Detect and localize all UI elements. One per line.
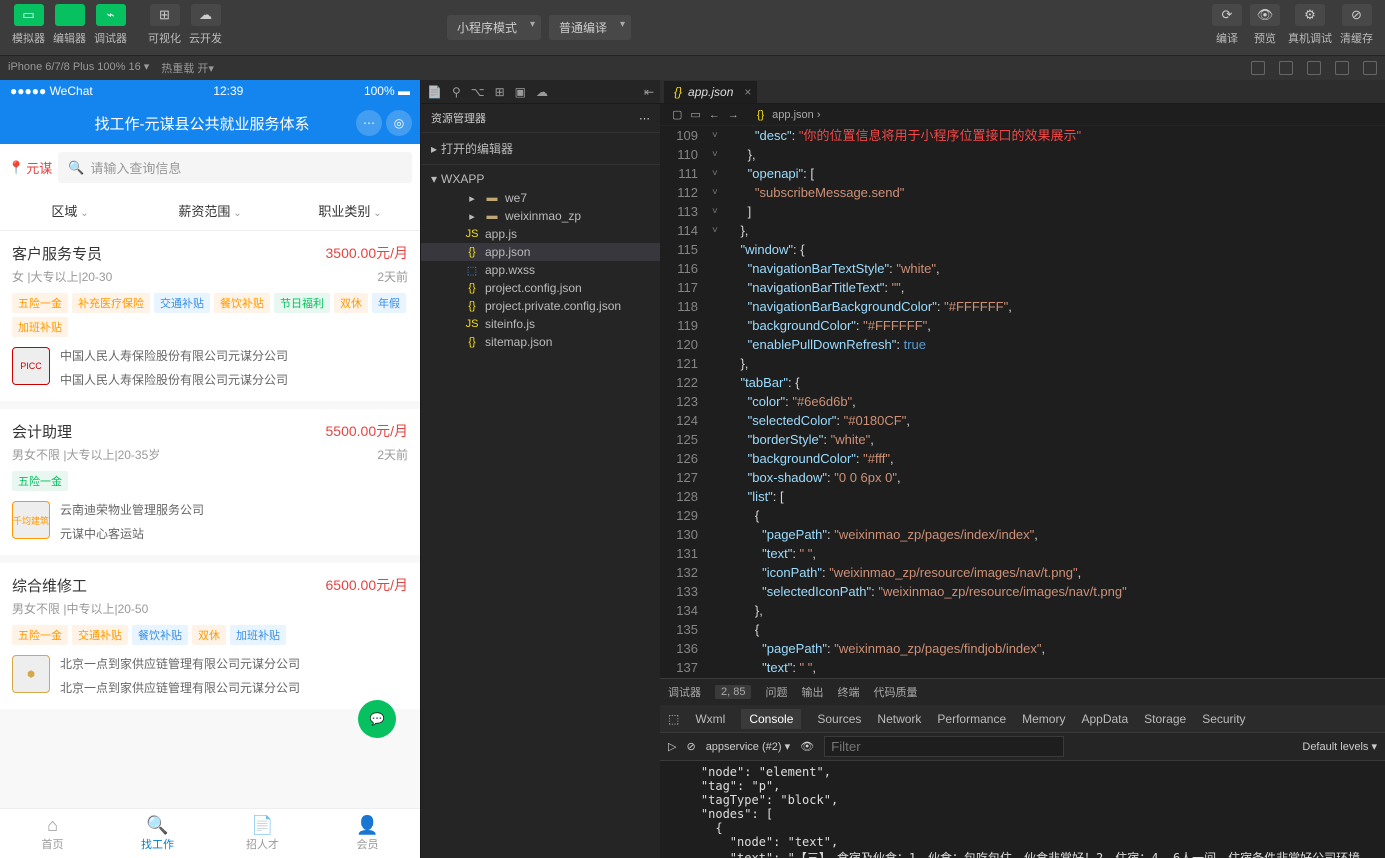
editor-pane: {}app.json× ▢▭←→ {}app.json › 109 110 11… [660, 80, 1385, 858]
files-icon[interactable]: 📄 [427, 85, 442, 99]
debugger-tab[interactable]: 终端 [837, 684, 859, 700]
scope-select[interactable]: appservice (#2) ▾ [706, 740, 790, 753]
inspect-icon[interactable]: ⬚ [668, 712, 679, 726]
project-root[interactable]: ▾ WXAPP [421, 169, 660, 189]
page-title: 找工作-元谋县公共就业服务体系 [48, 113, 356, 134]
action-icon[interactable] [1279, 61, 1293, 75]
top-toolbar: ▭模拟器编辑器⌁调试器 ⊞可视化☁云开发 小程序模式 普通编译 ⟳编译 👁预览 ⚙真机… [0, 0, 1385, 56]
explorer-pane: 📄 ⚲ ⌥ ⊞ ▣ ☁ ⇤ 资源管理器 ⋯ ▸ 打开的编辑器 ▾ WXAPP ▸… [420, 80, 660, 858]
tree-item[interactable]: {}project.private.config.json [421, 297, 660, 315]
debugger-tab[interactable]: 调试器 [668, 684, 701, 700]
mode-select[interactable]: 小程序模式 [447, 15, 541, 40]
devtools-tab[interactable]: Console [741, 709, 801, 729]
tabbar-item[interactable]: 🔍找工作 [105, 809, 210, 858]
devtools-tab[interactable]: Wxml [695, 712, 725, 726]
device-select[interactable]: iPhone 6/7/8 Plus 100% 16 ▾ [8, 60, 149, 76]
job-card[interactable]: 会计助理5500.00元/月 男女不限 |大专以上|20-35岁2天前 五险一金… [0, 409, 420, 555]
simulator-toolbar: iPhone 6/7/8 Plus 100% 16 ▾ 热重载 开▾ [0, 56, 1385, 80]
hot-reload-toggle[interactable]: 热重载 开▾ [161, 60, 214, 76]
toolbar-编译[interactable]: ⟳编译 [1212, 4, 1242, 46]
search-icon[interactable]: ⚲ [452, 85, 461, 99]
close-tab-icon[interactable]: × [744, 85, 751, 99]
tree-item[interactable]: ⬚app.wxss [421, 261, 660, 279]
tree-item[interactable]: {}app.json [421, 243, 660, 261]
debugger-pane: 调试器 2, 85 问题输出终端代码质量 ⬚ Wxml Console Sources N… [660, 678, 1385, 858]
open-editors-section[interactable]: ▸ 打开的编辑器 [421, 137, 660, 160]
filter-tab[interactable]: 薪资范围 [140, 191, 280, 230]
devtools-tab[interactable]: Sources [817, 712, 861, 726]
devtools-tab[interactable]: Security [1202, 712, 1245, 726]
toolbar-云开发[interactable]: ☁云开发 [189, 4, 222, 46]
action-icon[interactable] [1335, 61, 1349, 75]
devtools-tab[interactable]: Network [877, 712, 921, 726]
toolbar-真机调试[interactable]: ⚙真机调试 [1288, 4, 1332, 46]
debugger-tab[interactable]: 2, 85 [715, 685, 751, 699]
code-editor[interactable]: "desc": "你的位置信息将用于小程序位置接口的效果展示" }, "open… [726, 126, 1385, 678]
simulator-pane: ●●●●● WeChat 12:39 100% ▬ 找工作-元谋县公共就业服务体… [0, 80, 420, 858]
capsule-menu-icon[interactable]: ⋯ [356, 110, 382, 136]
action-icon[interactable] [1363, 61, 1377, 75]
toolbar-可视化[interactable]: ⊞可视化 [148, 4, 181, 46]
debugger-tab[interactable]: 输出 [801, 684, 823, 700]
clear-icon[interactable]: ⊘ [686, 740, 695, 753]
console-output: "node": "element", "tag": "p", "tagType"… [660, 761, 1385, 858]
devtools-tab[interactable]: Performance [937, 712, 1006, 726]
toolbar-模拟器[interactable]: ▭模拟器 [12, 4, 45, 46]
filter-tab[interactable]: 职业类别 [280, 191, 420, 230]
debugger-tab[interactable]: 问题 [765, 684, 787, 700]
tree-item[interactable]: JSsiteinfo.js [421, 315, 660, 333]
chat-fab[interactable]: 💬 [358, 700, 396, 738]
job-card[interactable]: 综合维修工6500.00元/月 男女不限 |中专以上|20-50 五险一金交通补… [0, 563, 420, 709]
tree-item[interactable]: {}project.config.json [421, 279, 660, 297]
toolbar-编辑器[interactable]: 编辑器 [53, 4, 86, 46]
devtools-tab[interactable]: Storage [1144, 712, 1186, 726]
action-icon[interactable] [1307, 61, 1321, 75]
toolbar-预览[interactable]: 👁预览 [1250, 4, 1280, 46]
debugger-tab[interactable]: 代码质量 [873, 684, 917, 700]
breadcrumb[interactable]: ▢▭←→ {}app.json › [660, 104, 1385, 126]
tabbar-item[interactable]: 👤会员 [315, 809, 420, 858]
devtools-tab[interactable]: AppData [1081, 712, 1128, 726]
action-icon[interactable] [1251, 61, 1265, 75]
editor-tab[interactable]: {}app.json× [664, 81, 757, 103]
tabbar-item[interactable]: 📄招人才 [210, 809, 315, 858]
search-input[interactable]: 🔍请输入查询信息 [58, 152, 412, 183]
collapse-icon[interactable]: ⇤ [644, 85, 654, 99]
branch-icon[interactable]: ⌥ [471, 85, 485, 99]
toolbar-清缓存[interactable]: ⊘清缓存 [1340, 4, 1373, 46]
ext-icon[interactable]: ⊞ [495, 85, 505, 99]
filter-input[interactable] [824, 736, 1064, 757]
compile-select[interactable]: 普通编译 [549, 15, 631, 40]
tabbar-item[interactable]: ⌂首页 [0, 809, 105, 858]
explorer-header: 资源管理器 ⋯ [421, 104, 660, 132]
tree-item[interactable]: {}sitemap.json [421, 333, 660, 351]
phone-status-bar: ●●●●● WeChat 12:39 100% ▬ [0, 80, 420, 102]
cloud-icon[interactable]: ☁ [536, 85, 548, 99]
devtools-tab[interactable]: Memory [1022, 712, 1065, 726]
filter-tab[interactable]: 区域 [0, 191, 140, 230]
tree-item[interactable]: ▸▬weixinmao_zp [421, 207, 660, 225]
job-card[interactable]: 客户服务专员3500.00元/月 女 |大专以上|20-302天前 五险一金补充… [0, 231, 420, 401]
capsule-close-icon[interactable]: ◎ [386, 110, 412, 136]
debug-icon[interactable]: ▣ [515, 85, 526, 99]
tree-item[interactable]: JSapp.js [421, 225, 660, 243]
toolbar-调试器[interactable]: ⌁调试器 [94, 4, 127, 46]
location-picker[interactable]: 📍元谋 [8, 152, 52, 183]
tree-item[interactable]: ▸▬we7 [421, 189, 660, 207]
eye-icon[interactable]: 👁 [800, 740, 814, 753]
phone-nav-bar: 找工作-元谋县公共就业服务体系 ⋯ ◎ [0, 102, 420, 144]
run-icon[interactable]: ▷ [668, 740, 676, 753]
levels-select[interactable]: Default levels ▾ [1302, 740, 1377, 753]
